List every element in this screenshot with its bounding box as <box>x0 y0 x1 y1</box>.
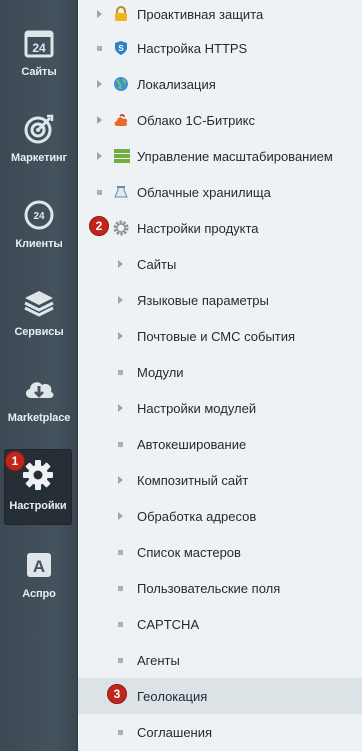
step-badge: 2 <box>89 216 109 236</box>
menu-item-label: Настройка HTTPS <box>137 40 248 56</box>
expand-arrow-icon[interactable] <box>95 66 103 102</box>
submenu-item-module-settings[interactable]: Настройки модулей <box>78 390 362 426</box>
menu-item-label: Композитный сайт <box>137 472 249 488</box>
clients-24-icon: 24 <box>22 198 56 232</box>
bullet-icon <box>116 606 124 642</box>
sidebar-item-marketing[interactable]: Маркетинг <box>0 112 78 190</box>
menu-item-label: Пользовательские поля <box>137 580 281 596</box>
sidebar-item-label: Marketplace <box>7 412 71 424</box>
lock-icon <box>113 6 129 22</box>
gear-icon <box>21 458 55 492</box>
cloud-storage-icon <box>113 184 129 200</box>
menu-item-label: Почтовые и СМС события <box>137 328 296 344</box>
menu-item-product-settings[interactable]: Настройки продукта <box>78 210 362 246</box>
sidebar-item-label: Настройки <box>9 500 67 512</box>
expand-arrow-icon[interactable] <box>116 390 124 426</box>
menu-item-label: Проактивная защита <box>137 6 264 22</box>
bullet-icon <box>116 534 124 570</box>
sidebar-item-label: Сайты <box>21 66 57 78</box>
expand-arrow-icon[interactable] <box>116 246 124 282</box>
svg-text:24: 24 <box>33 211 45 222</box>
expand-arrow-icon[interactable] <box>116 498 124 534</box>
expand-arrow-icon[interactable] <box>116 282 124 318</box>
menu-item-label: Языковые параметры <box>137 292 269 308</box>
globe-icon <box>113 76 129 92</box>
aspro-a-icon: A <box>22 548 56 582</box>
submenu-item-user-fields[interactable]: Пользовательские поля <box>78 570 362 606</box>
sidebar-item-label: Клиенты <box>15 238 63 250</box>
menu-item-bitrix-cloud[interactable]: Облако 1С-Битрикс <box>78 102 362 138</box>
bullet-icon <box>116 570 124 606</box>
step-badge: 3 <box>107 684 127 704</box>
menu-item-label: CAPTCHA <box>137 616 200 632</box>
submenu-item-url-processing[interactable]: Обработка адресов <box>78 498 362 534</box>
expand-arrow-icon[interactable] <box>116 318 124 354</box>
bullet-icon <box>95 174 103 210</box>
server-stack-icon <box>113 148 130 164</box>
expand-arrow-icon[interactable] <box>116 462 124 498</box>
submenu-item-wizards-list[interactable]: Список мастеров <box>78 534 362 570</box>
svg-text:A: A <box>33 557 45 576</box>
menu-item-label: Автокеширование <box>137 436 247 452</box>
menu-item-cloud-storage[interactable]: Облачные хранилища <box>78 174 362 210</box>
menu-item-label: Управление масштабированием <box>137 148 333 164</box>
sidebar-item-marketplace[interactable]: Marketplace <box>0 372 78 450</box>
expand-arrow-icon[interactable] <box>95 0 103 32</box>
sidebar-item-clients[interactable]: 24 Клиенты <box>0 198 78 276</box>
settings-menu: Проактивная защита S Настройка HTTPS Лок… <box>78 0 362 751</box>
menu-item-label: Обработка адресов <box>137 508 257 524</box>
layers-icon <box>22 286 56 320</box>
submenu-item-language-params[interactable]: Языковые параметры <box>78 282 362 318</box>
gear-icon <box>113 220 129 236</box>
sidebar-item-label: Аспро <box>22 588 56 600</box>
bullet-icon <box>116 642 124 678</box>
submenu-item-agents[interactable]: Агенты <box>78 642 362 678</box>
submenu-item-modules[interactable]: Модули <box>78 354 362 390</box>
expand-arrow-icon[interactable] <box>95 102 103 138</box>
sidebar-item-sites[interactable]: 24 Сайты <box>0 26 78 104</box>
bullet-icon <box>116 354 124 390</box>
menu-item-label: Облачные хранилища <box>137 184 271 200</box>
https-shield-icon: S <box>113 40 129 56</box>
menu-item-label: Агенты <box>137 652 180 668</box>
submenu-item-autocaching[interactable]: Автокеширование <box>78 426 362 462</box>
target-icon <box>22 112 56 146</box>
submenu-item-captcha[interactable]: CAPTCHA <box>78 606 362 642</box>
menu-item-label: Настройки модулей <box>137 400 257 416</box>
submenu-item-composite-site[interactable]: Композитный сайт <box>78 462 362 498</box>
left-sidebar: 24 Сайты Маркетинг 24 Клиенты Сервисы Ma… <box>0 0 78 751</box>
menu-item-https-settings[interactable]: S Настройка HTTPS <box>78 30 362 66</box>
sidebar-item-services[interactable]: Сервисы <box>0 286 78 364</box>
bullet-icon <box>95 30 103 66</box>
menu-item-label: Модули <box>137 364 184 380</box>
bullet-icon <box>116 714 124 750</box>
expand-arrow-icon[interactable] <box>95 138 103 174</box>
sidebar-item-aspro[interactable]: A Аспро <box>0 548 78 626</box>
menu-item-label: Соглашения <box>137 724 213 740</box>
menu-item-label: Сайты <box>137 256 177 272</box>
submenu-item-agreements[interactable]: Соглашения <box>78 714 362 750</box>
menu-item-scaling-management[interactable]: Управление масштабированием <box>78 138 362 174</box>
submenu-item-mail-sms-events[interactable]: Почтовые и СМС события <box>78 318 362 354</box>
menu-item-label: Облако 1С-Битрикс <box>137 112 255 128</box>
sites-24-icon: 24 <box>22 26 56 60</box>
menu-item-proactive-protection[interactable]: Проактивная защита <box>78 0 362 32</box>
menu-item-label: Настройки продукта <box>137 220 259 236</box>
submenu-item-sites[interactable]: Сайты <box>78 246 362 282</box>
menu-item-label: Список мастеров <box>137 544 241 560</box>
sidebar-item-label: Сервисы <box>14 326 64 338</box>
menu-item-label: Геолокация <box>137 688 208 704</box>
step-badge: 1 <box>5 451 25 471</box>
cloud-download-icon <box>22 372 56 406</box>
menu-item-label: Локализация <box>137 76 216 92</box>
bitrix-cloud-icon <box>113 112 129 128</box>
sidebar-item-label: Маркетинг <box>10 152 68 164</box>
svg-text:24: 24 <box>32 41 46 55</box>
menu-item-localization[interactable]: Локализация <box>78 66 362 102</box>
bullet-icon <box>116 426 124 462</box>
svg-text:S: S <box>118 44 124 53</box>
